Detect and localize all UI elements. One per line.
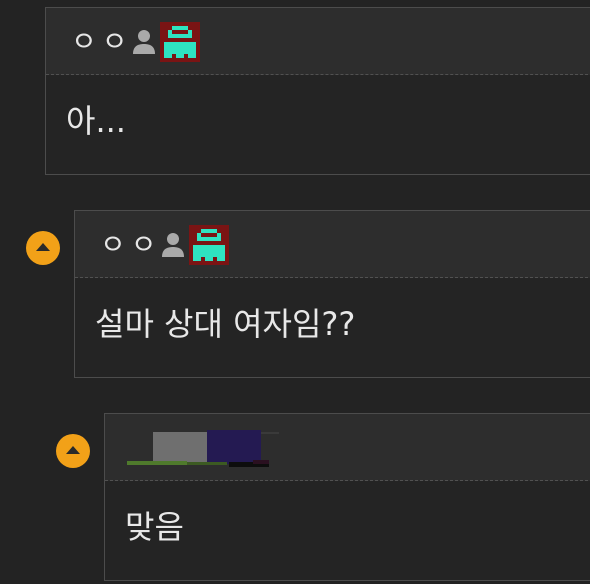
comment-author[interactable]: ㅇㅇ (100, 225, 229, 265)
pixel-level-icon (188, 225, 229, 265)
collapse-toggle-button[interactable] (26, 231, 60, 265)
collapse-toggle-button[interactable] (56, 434, 90, 468)
person-icon (161, 233, 184, 257)
comment-header: ㅇㅇ (46, 8, 590, 75)
comment-body: 맞음 (105, 481, 590, 577)
comment-2: ㅇㅇ 설마 상대 여자임?? (74, 210, 590, 378)
caret-up-icon (36, 243, 50, 251)
person-icon (132, 30, 155, 54)
comment-1: ㅇㅇ 아... (45, 7, 590, 175)
pixel-level-icon (159, 22, 200, 62)
comment-author[interactable]: ㅇㅇ (71, 22, 200, 62)
author-name[interactable]: ㅇㅇ (71, 26, 133, 58)
author-name[interactable]: ㅇㅇ (100, 229, 162, 261)
comment-text: 아... (66, 102, 126, 140)
redacted-author-image (127, 430, 279, 467)
comment-body: 설마 상대 여자임?? (75, 278, 590, 374)
caret-up-icon (66, 446, 80, 454)
comment-text: 맞음 (125, 508, 184, 546)
comment-3: 맞음 (104, 413, 590, 581)
comment-text: 설마 상대 여자임?? (95, 305, 356, 343)
comment-body: 아... (46, 75, 590, 171)
comment-header: ㅇㅇ (75, 211, 590, 278)
comment-header (105, 414, 590, 481)
